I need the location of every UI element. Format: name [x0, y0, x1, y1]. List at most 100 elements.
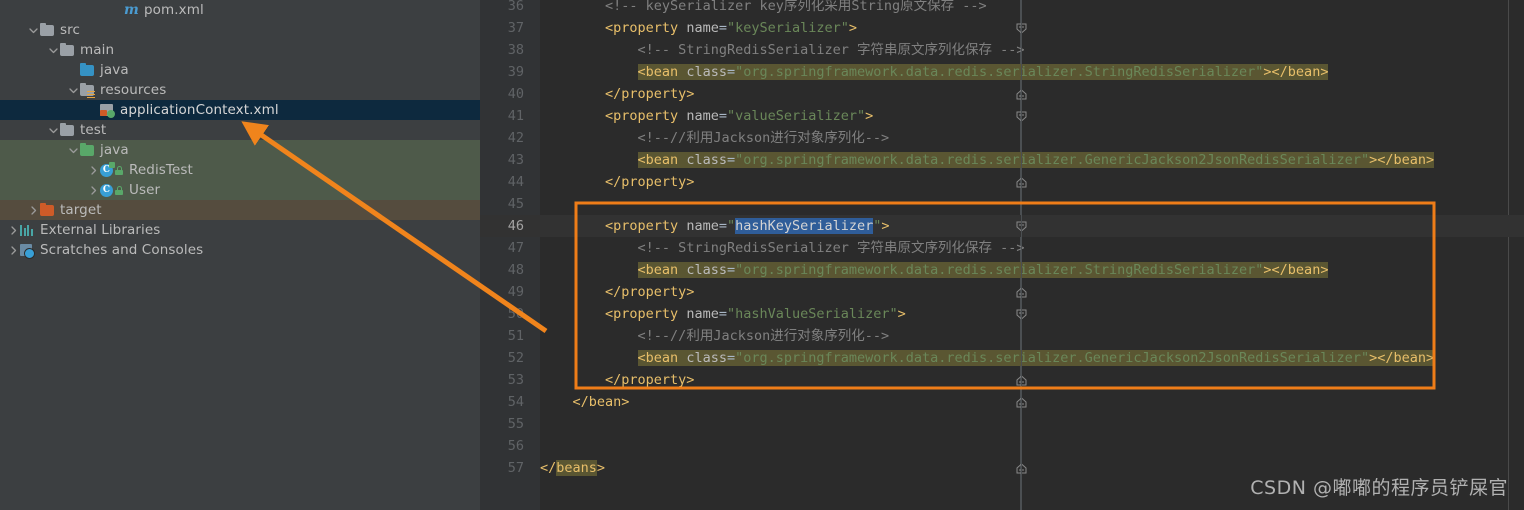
libraries-icon: [19, 222, 36, 238]
tree-item-redistest[interactable]: C RedisTest: [0, 160, 480, 180]
code-line-53[interactable]: 53 </property>: [480, 369, 1524, 391]
token-tag: <bean: [637, 350, 687, 366]
line-number: 57: [507, 460, 524, 476]
folder-grey-icon: [39, 22, 56, 38]
token-attr: name: [686, 108, 719, 124]
code-line-43[interactable]: 43 <bean class="org.springframework.data…: [480, 149, 1524, 171]
line-number: 55: [507, 416, 524, 432]
tree-item-label: Scratches and Consoles: [40, 242, 204, 258]
token-val: "org.springframework.data.redis.serializ…: [735, 64, 1264, 80]
token-tag: <bean: [637, 262, 687, 278]
token-val: "valueSerializer": [726, 108, 866, 124]
token-cmt: <!--//利用Jackson进行对象序列化-->: [637, 328, 890, 344]
code-line-54[interactable]: 54 </bean>: [480, 391, 1524, 413]
token-tag: ></bean>: [1369, 152, 1435, 168]
chevron-right-icon[interactable]: [8, 245, 19, 255]
line-number: 54: [507, 394, 524, 410]
code-text: <!-- StringRedisSerializer 字符串原文序列化保存 --…: [540, 39, 1025, 61]
project-tree-panel[interactable]: m pom.xml src main java resources applicationC…: [0, 0, 480, 510]
chevron-right-icon[interactable]: [88, 165, 99, 175]
line-number: 39: [507, 64, 524, 80]
line-number: 41: [507, 108, 524, 124]
tree-item-main[interactable]: main: [0, 40, 480, 60]
token-cmt: <!-- keySerializer key序列化采用String原文保存 --…: [605, 0, 987, 14]
chevron-down-icon[interactable]: [68, 86, 79, 95]
tree-item-src[interactable]: src: [0, 20, 480, 40]
code-line-50[interactable]: 50 <property name="hashValueSerializer">: [480, 303, 1524, 325]
chevron-down-icon[interactable]: [48, 126, 59, 135]
tree-item-label: test: [80, 122, 107, 138]
tree-item-java[interactable]: java: [0, 60, 480, 80]
code-line-36[interactable]: 36 <!-- keySerializer key序列化采用String原文保存…: [480, 0, 1524, 17]
token-tag: </property>: [605, 86, 695, 102]
chevron-down-icon[interactable]: [28, 26, 39, 35]
token-tag: >: [848, 20, 858, 36]
tree-item-label: target: [60, 202, 102, 218]
tree-item-label: RedisTest: [129, 162, 193, 178]
line-number: 49: [507, 284, 524, 300]
code-line-38[interactable]: 38 <!-- StringRedisSerializer 字符串原文序列化保存…: [480, 39, 1524, 61]
fold-guide-line: [1021, 0, 1022, 510]
ide-window: m pom.xml src main java resources applicationC…: [0, 0, 1524, 510]
tree-item-resources[interactable]: resources: [0, 80, 480, 100]
line-number: 47: [507, 240, 524, 256]
code-line-49[interactable]: 49 </property>: [480, 281, 1524, 303]
java-class-test-icon: C: [99, 162, 125, 178]
code-text: <!--//利用Jackson进行对象序列化-->: [540, 127, 890, 149]
line-number: 48: [507, 262, 524, 278]
code-text: <property name="hashKeySerializer">: [540, 215, 890, 237]
code-text: <property name="keySerializer">: [540, 17, 857, 39]
folder-blue-icon: [79, 62, 96, 78]
token-eq: =: [718, 218, 727, 234]
code-text: </property>: [540, 171, 694, 193]
chevron-right-icon[interactable]: [8, 225, 19, 235]
token-beans: beans: [556, 460, 597, 476]
code-line-45[interactable]: 45: [480, 193, 1524, 215]
code-line-48[interactable]: 48 <bean class="org.springframework.data…: [480, 259, 1524, 281]
tree-item-applicationcontext-xml[interactable]: applicationContext.xml: [0, 100, 480, 120]
tree-item-user[interactable]: C User: [0, 180, 480, 200]
chevron-right-icon[interactable]: [88, 185, 99, 195]
folder-resources-icon: [79, 82, 96, 98]
code-line-40[interactable]: 40 </property>: [480, 83, 1524, 105]
chevron-right-icon[interactable]: [28, 205, 39, 215]
code-line-39[interactable]: 39 <bean class="org.springframework.data…: [480, 61, 1524, 83]
project-tree[interactable]: m pom.xml src main java resources applicationC…: [0, 0, 480, 260]
code-line-47[interactable]: 47 <!-- StringRedisSerializer 字符串原文序列化保存…: [480, 237, 1524, 259]
token-eq: =: [718, 306, 727, 322]
token-eq: =: [726, 262, 736, 278]
tree-item-pom-xml[interactable]: m pom.xml: [0, 0, 480, 20]
csdn-watermark: CSDN @嘟嘟的程序员铲屎官: [1250, 477, 1508, 499]
token-tag: ></bean>: [1263, 64, 1329, 80]
tree-item-target[interactable]: target: [0, 200, 480, 220]
code-text: </beans>: [540, 457, 605, 479]
code-line-51[interactable]: 51 <!--//利用Jackson进行对象序列化-->: [480, 325, 1524, 347]
token-tag: ></bean>: [1369, 350, 1435, 366]
code-line-44[interactable]: 44 </property>: [480, 171, 1524, 193]
tree-item-java[interactable]: java: [0, 140, 480, 160]
token-val: "org.springframework.data.redis.serializ…: [735, 262, 1264, 278]
tree-item-scratches-and-consoles[interactable]: Scratches and Consoles: [0, 240, 480, 260]
code-line-52[interactable]: 52 <bean class="org.springframework.data…: [480, 347, 1524, 369]
chevron-down-icon[interactable]: [48, 46, 59, 55]
tree-item-test[interactable]: test: [0, 120, 480, 140]
line-number: 37: [507, 20, 524, 36]
code-line-46[interactable]: 46 <property name="hashKeySerializer">: [480, 215, 1524, 237]
token-eq: =: [726, 64, 736, 80]
token-attr: name: [686, 20, 719, 36]
token-eq: =: [718, 108, 727, 124]
folder-grey-icon: [59, 122, 76, 138]
token-eq: =: [718, 20, 727, 36]
code-line-56[interactable]: 56: [480, 435, 1524, 457]
code-text: </property>: [540, 369, 694, 391]
tree-item-external-libraries[interactable]: External Libraries: [0, 220, 480, 240]
code-line-42[interactable]: 42 <!--//利用Jackson进行对象序列化-->: [480, 127, 1524, 149]
code-editor[interactable]: 36 <!-- keySerializer key序列化采用String原文保存…: [480, 0, 1524, 510]
code-text: <bean class="org.springframework.data.re…: [540, 259, 1329, 281]
code-text: </property>: [540, 281, 694, 303]
code-line-37[interactable]: 37 <property name="keySerializer">: [480, 17, 1524, 39]
code-line-55[interactable]: 55: [480, 413, 1524, 435]
chevron-down-icon[interactable]: [68, 146, 79, 155]
line-number: 44: [507, 174, 524, 190]
code-line-41[interactable]: 41 <property name="valueSerializer">: [480, 105, 1524, 127]
